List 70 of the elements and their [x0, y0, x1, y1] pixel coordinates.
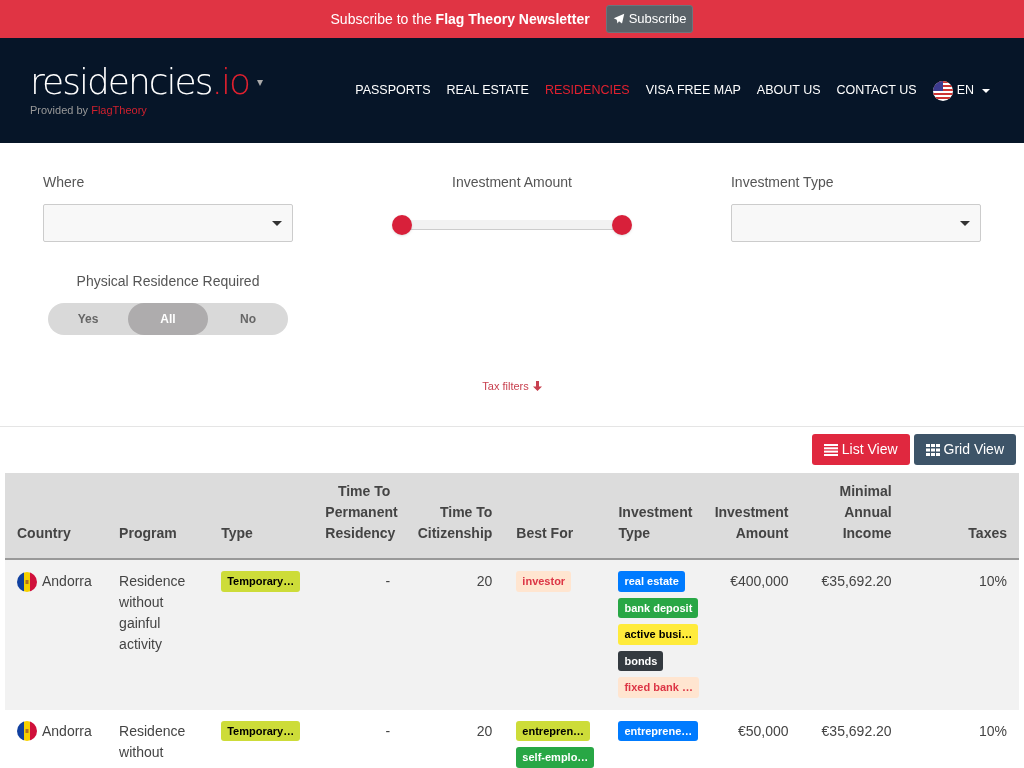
- tax-filters-link[interactable]: Tax filters: [482, 378, 542, 395]
- column-header: Type: [209, 473, 314, 559]
- column-header: Investment Amount: [699, 473, 801, 559]
- nav-link[interactable]: VISA FREE MAP: [645, 81, 741, 100]
- field-label: Investment Amount: [452, 173, 572, 192]
- table-cell: Residence without gainful activity: [119, 573, 186, 652]
- field-label: Investment Type: [731, 173, 835, 192]
- view-button[interactable]: List View: [811, 434, 910, 465]
- arrow-down-icon: [532, 381, 542, 392]
- paper-plane-icon: [612, 13, 625, 25]
- table-cell: Residence without: [119, 722, 186, 760]
- table-cell: 10%: [978, 722, 1007, 739]
- us-flag-icon: [932, 80, 953, 101]
- tag-badge: Temporary…: [221, 571, 301, 592]
- column-header: Program: [107, 473, 210, 559]
- provided-by-text: Provided by FlagTheory: [30, 103, 148, 119]
- tag-badge: self-emplo…: [516, 747, 595, 768]
- table-cell: €35,692.20: [821, 722, 892, 739]
- tag-badge: fixed bank …: [618, 677, 699, 698]
- caret-icon: [272, 220, 282, 226]
- list-icon: [823, 443, 838, 456]
- grid-icon: [925, 443, 940, 456]
- column-header: Country: [5, 473, 108, 559]
- banner-text: Subscribe to the Flag Theory Newsletter: [330, 9, 590, 29]
- tag-badge: investor: [516, 571, 572, 592]
- view-button[interactable]: Grid View: [913, 434, 1016, 465]
- nav-link[interactable]: PASSPORTS: [355, 81, 431, 100]
- tag-badge: bank deposit: [618, 597, 699, 618]
- tag-badge: bonds: [618, 650, 664, 671]
- table-cell: -: [385, 573, 391, 589]
- table-cell: 10%: [978, 573, 1007, 589]
- country-name: Andorra: [42, 721, 92, 741]
- subscribe-button[interactable]: Subscribe: [605, 5, 694, 33]
- select-field[interactable]: [43, 204, 293, 242]
- column-header: Best For: [504, 473, 607, 559]
- flag-icon: [17, 721, 37, 741]
- table-cell: 20: [476, 722, 493, 739]
- nav-link[interactable]: REAL ESTATE: [446, 81, 529, 100]
- column-header: Taxes: [903, 473, 1019, 559]
- toggle-option[interactable]: No: [208, 303, 288, 335]
- column-header: Minimal Annual Income: [800, 473, 904, 559]
- tag-badge: Temporary…: [221, 720, 301, 741]
- nav-link[interactable]: CONTACT US: [836, 81, 917, 100]
- language-dropdown[interactable]: EN: [932, 80, 990, 101]
- table-cell: -: [385, 722, 391, 739]
- country-name: Andorra: [42, 572, 92, 591]
- flag-icon: [17, 571, 37, 592]
- tag-badge: entrepren…: [516, 720, 591, 741]
- tag-badge: entreprene…: [618, 720, 699, 741]
- field-label: Physical Residence Required: [76, 272, 260, 291]
- column-header: Investment Type: [606, 473, 700, 559]
- table-cell: €50,000: [737, 722, 789, 739]
- caret-icon[interactable]: ▾: [256, 73, 263, 92]
- nav-link[interactable]: ABOUT US: [756, 81, 821, 100]
- range-slider[interactable]: [392, 215, 632, 235]
- caret-icon: [960, 220, 970, 226]
- toggle-option[interactable]: Yes: [48, 303, 128, 335]
- field-label: Where: [43, 173, 86, 192]
- site-logo[interactable]: residencies.io: [30, 62, 249, 103]
- select-field[interactable]: [731, 204, 981, 242]
- tag-badge: real estate: [618, 571, 685, 592]
- column-header: Time To Citizenship: [402, 473, 505, 559]
- tag-badge: active busi…: [618, 624, 699, 645]
- nav-link[interactable]: RESIDENCIES: [544, 81, 630, 100]
- table-cell: 20: [476, 573, 493, 589]
- provider-link[interactable]: FlagTheory: [91, 104, 147, 117]
- table-cell: €400,000: [730, 573, 789, 589]
- column-header: Time To Permanent Residency: [313, 473, 403, 559]
- caret-icon: [982, 88, 990, 93]
- table-cell: €35,692.20: [821, 573, 892, 589]
